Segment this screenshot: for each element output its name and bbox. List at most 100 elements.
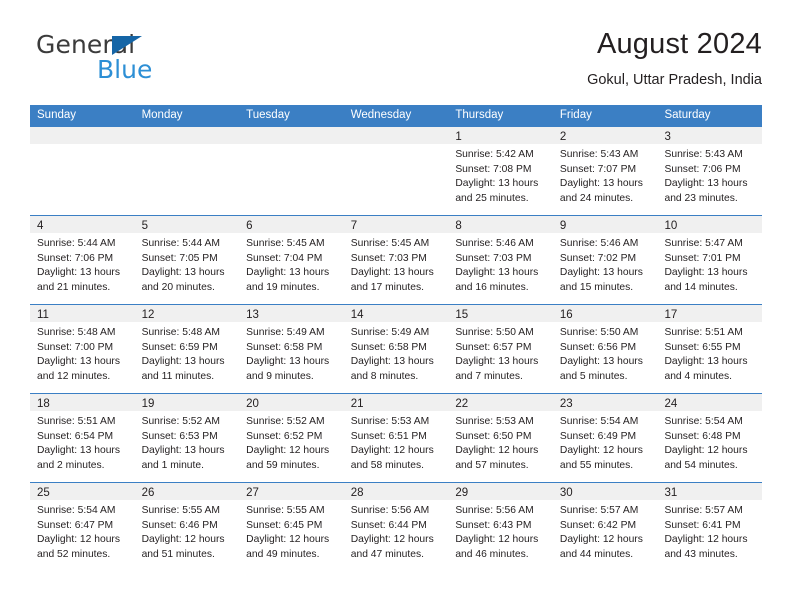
day-cell[interactable]: 4 Sunrise: 5:44 AM Sunset: 7:06 PM Daylight…: [30, 216, 135, 304]
brand-logo[interactable]: General Blue: [36, 31, 236, 91]
day-info-daylight2: and 16 minutes.: [455, 281, 529, 293]
day-number-strip: 23: [552, 394, 658, 411]
day-sun-info: Sunrise: 5:48 AM Sunset: 7:00 PM Daylight:…: [30, 322, 135, 384]
day-cell[interactable]: 3 Sunrise: 5:43 AM Sunset: 7:06 PM Daylight…: [657, 127, 763, 215]
day-info-daylight1: Daylight: 13 hours: [664, 178, 748, 190]
day-cell[interactable]: 15 Sunrise: 5:50 AM Sunset: 6:57 PM Dayligh…: [448, 305, 553, 393]
day-info-sunset: Sunset: 6:58 PM: [246, 341, 323, 353]
day-info-sunrise: Sunrise: 5:47 AM: [664, 238, 743, 249]
day-cell-empty: [239, 127, 344, 215]
day-info-daylight1: Daylight: 13 hours: [559, 267, 643, 279]
day-sun-info: Sunrise: 5:53 AM Sunset: 6:51 PM Daylight:…: [344, 411, 449, 473]
day-info-daylight1: Daylight: 13 hours: [37, 445, 120, 457]
day-info-daylight1: Daylight: 13 hours: [664, 267, 748, 279]
day-info-sunrise: Sunrise: 5:57 AM: [664, 505, 743, 516]
day-number-strip: 30: [552, 483, 658, 500]
day-number: 5: [141, 220, 148, 232]
day-cell[interactable]: 28 Sunrise: 5:56 AM Sunset: 6:44 PM Dayligh…: [343, 483, 449, 572]
day-number-strip: 18: [30, 394, 135, 411]
day-number-strip: 1: [448, 127, 553, 144]
day-cell[interactable]: 9 Sunrise: 5:46 AM Sunset: 7:02 PM Daylight…: [552, 216, 658, 304]
day-cell[interactable]: 11 Sunrise: 5:48 AM Sunset: 7:00 PM Dayligh…: [30, 305, 135, 393]
day-info-sunrise: Sunrise: 5:45 AM: [350, 238, 430, 249]
day-info-daylight1: Daylight: 12 hours: [141, 534, 225, 546]
day-info-daylight1: Daylight: 13 hours: [246, 267, 330, 279]
day-cell[interactable]: 17 Sunrise: 5:51 AM Sunset: 6:55 PM Dayligh…: [657, 305, 763, 393]
calendar-week-row: 4 Sunrise: 5:44 AM Sunset: 7:06 PM Daylight…: [30, 215, 763, 304]
day-number-strip: 27: [239, 483, 344, 500]
day-info-daylight2: and 21 minutes.: [37, 281, 111, 293]
day-cell[interactable]: 2 Sunrise: 5:43 AM Sunset: 7:07 PM Daylight…: [552, 127, 658, 215]
day-cell[interactable]: 5 Sunrise: 5:44 AM Sunset: 7:05 PM Daylight…: [134, 216, 240, 304]
day-cell[interactable]: 27 Sunrise: 5:55 AM Sunset: 6:45 PM Dayligh…: [239, 483, 344, 572]
day-cell[interactable]: 7 Sunrise: 5:45 AM Sunset: 7:03 PM Daylight…: [343, 216, 449, 304]
day-cell[interactable]: 26 Sunrise: 5:55 AM Sunset: 6:46 PM Dayligh…: [134, 483, 240, 572]
page-title: August 2024: [596, 28, 762, 60]
day-number-strip: 8: [448, 216, 553, 233]
day-number-strip: 7: [343, 216, 449, 233]
day-cell[interactable]: 24 Sunrise: 5:54 AM Sunset: 6:48 PM Dayligh…: [657, 394, 763, 482]
day-number-strip: 22: [448, 394, 553, 411]
day-number: 22: [455, 398, 469, 410]
day-info-daylight2: and 9 minutes.: [246, 370, 314, 382]
day-cell[interactable]: 21 Sunrise: 5:53 AM Sunset: 6:51 PM Dayligh…: [343, 394, 449, 482]
day-cell[interactable]: 25 Sunrise: 5:54 AM Sunset: 6:47 PM Dayligh…: [30, 483, 135, 572]
day-cell[interactable]: 31 Sunrise: 5:57 AM Sunset: 6:41 PM Dayligh…: [657, 483, 763, 572]
day-info-sunrise: Sunrise: 5:52 AM: [141, 416, 220, 427]
day-sun-info: Sunrise: 5:46 AM Sunset: 7:03 PM Daylight:…: [448, 233, 553, 295]
day-info-sunrise: Sunrise: 5:43 AM: [559, 149, 639, 160]
day-number-strip: 16: [552, 305, 658, 322]
day-info-sunrise: Sunrise: 5:54 AM: [37, 505, 116, 516]
day-info-daylight1: Daylight: 12 hours: [559, 445, 643, 457]
calendar-grid: Sunday Monday Tuesday Wednesday Thursday Frid…: [30, 105, 763, 572]
day-cell[interactable]: 30 Sunrise: 5:57 AM Sunset: 6:42 PM Dayligh…: [552, 483, 658, 572]
day-cell[interactable]: 10 Sunrise: 5:47 AM Sunset: 7:01 PM Dayligh…: [657, 216, 763, 304]
day-info-sunset: Sunset: 6:54 PM: [37, 430, 114, 442]
day-info-sunrise: Sunrise: 5:49 AM: [246, 327, 325, 338]
day-cell[interactable]: 20 Sunrise: 5:52 AM Sunset: 6:52 PM Dayligh…: [239, 394, 344, 482]
weekday-header-tuesday: Tuesday: [246, 109, 290, 121]
day-cell[interactable]: 13 Sunrise: 5:49 AM Sunset: 6:58 PM Dayligh…: [239, 305, 344, 393]
day-cell[interactable]: 16 Sunrise: 5:50 AM Sunset: 6:56 PM Dayligh…: [552, 305, 658, 393]
day-sun-info: Sunrise: 5:43 AM Sunset: 7:06 PM Daylight:…: [657, 144, 762, 206]
day-info-sunset: Sunset: 7:00 PM: [37, 341, 114, 353]
day-sun-info: Sunrise: 5:46 AM Sunset: 7:02 PM Daylight:…: [553, 233, 658, 295]
day-cell[interactable]: 18 Sunrise: 5:51 AM Sunset: 6:54 PM Dayligh…: [30, 394, 135, 482]
day-cell[interactable]: 23 Sunrise: 5:54 AM Sunset: 6:49 PM Dayligh…: [552, 394, 658, 482]
day-info-daylight2: and 24 minutes.: [559, 192, 634, 204]
day-info-sunset: Sunset: 6:57 PM: [455, 341, 532, 353]
day-info-sunrise: Sunrise: 5:43 AM: [664, 149, 743, 160]
day-cell[interactable]: 1 Sunrise: 5:42 AM Sunset: 7:08 PM Daylight…: [448, 127, 553, 215]
day-number: 30: [559, 487, 573, 499]
day-info-daylight1: Daylight: 13 hours: [559, 178, 643, 190]
day-number-strip: 24: [657, 394, 763, 411]
day-sun-info: Sunrise: 5:57 AM Sunset: 6:42 PM Daylight:…: [553, 500, 658, 562]
day-number: 31: [664, 487, 678, 499]
day-sun-info: Sunrise: 5:56 AM Sunset: 6:43 PM Daylight:…: [448, 500, 553, 562]
day-info-daylight2: and 15 minutes.: [559, 281, 634, 293]
day-info-daylight2: and 17 minutes.: [350, 281, 425, 293]
day-number: 2: [559, 131, 567, 143]
day-number: 7: [350, 220, 358, 232]
calendar-week-row: 1 Sunrise: 5:42 AM Sunset: 7:08 PM Daylight…: [30, 126, 763, 215]
day-sun-info: Sunrise: 5:55 AM Sunset: 6:45 PM Daylight:…: [239, 500, 344, 562]
day-cell[interactable]: 12 Sunrise: 5:48 AM Sunset: 6:59 PM Dayligh…: [134, 305, 240, 393]
day-sun-info: Sunrise: 5:47 AM Sunset: 7:01 PM Daylight:…: [657, 233, 762, 295]
day-cell[interactable]: 8 Sunrise: 5:46 AM Sunset: 7:03 PM Daylight…: [448, 216, 553, 304]
day-cell[interactable]: 22 Sunrise: 5:53 AM Sunset: 6:50 PM Dayligh…: [448, 394, 553, 482]
day-number: 14: [350, 309, 364, 321]
day-info-sunrise: Sunrise: 5:51 AM: [664, 327, 743, 338]
day-cell[interactable]: 14 Sunrise: 5:49 AM Sunset: 6:58 PM Dayligh…: [343, 305, 449, 393]
day-number-strip: 17: [657, 305, 763, 322]
day-info-sunset: Sunset: 6:45 PM: [246, 519, 323, 531]
day-info-sunrise: Sunrise: 5:49 AM: [350, 327, 430, 338]
day-cell[interactable]: 19 Sunrise: 5:52 AM Sunset: 6:53 PM Dayligh…: [134, 394, 240, 482]
day-info-daylight2: and 55 minutes.: [559, 459, 634, 471]
day-number: 17: [664, 309, 678, 321]
day-info-sunrise: Sunrise: 5:42 AM: [455, 149, 534, 160]
day-cell[interactable]: 6 Sunrise: 5:45 AM Sunset: 7:04 PM Daylight…: [239, 216, 344, 304]
day-info-daylight2: and 11 minutes.: [141, 370, 215, 382]
day-cell[interactable]: 29 Sunrise: 5:56 AM Sunset: 6:43 PM Dayligh…: [448, 483, 553, 572]
day-info-sunset: Sunset: 7:07 PM: [559, 163, 637, 175]
day-info-sunset: Sunset: 7:01 PM: [664, 252, 741, 264]
